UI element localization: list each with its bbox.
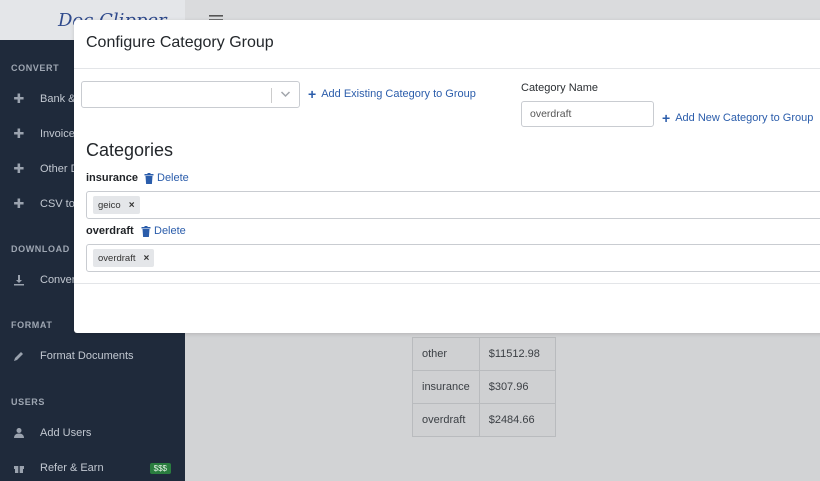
plus-icon: ✚ bbox=[13, 196, 25, 211]
user-icon bbox=[13, 427, 25, 439]
configure-category-group-modal: Configure Category Group + Add Existing … bbox=[74, 20, 820, 333]
table-cell-amount: $307.96 bbox=[478, 370, 556, 404]
sidebar-item-refer-earn[interactable]: Refer & Earn $$$ bbox=[13, 462, 183, 474]
sidebar-item-label: Invoice bbox=[40, 128, 75, 140]
section-download: DOWNLOAD bbox=[11, 244, 70, 254]
table-row: overdraft $2484.66 bbox=[412, 403, 556, 437]
section-format: FORMAT bbox=[11, 320, 53, 330]
group-tags-input[interactable]: geico × bbox=[86, 191, 820, 219]
modal-footer-divider bbox=[74, 283, 820, 284]
sidebar-item-label: Refer & Earn bbox=[40, 462, 104, 474]
plus-icon: + bbox=[308, 86, 317, 102]
trash-icon bbox=[144, 172, 154, 184]
category-name-label: Category Name bbox=[521, 82, 599, 94]
table-cell-category: overdraft bbox=[412, 403, 480, 437]
delete-label: Delete bbox=[154, 225, 186, 237]
table-cell-category: insurance bbox=[412, 370, 480, 404]
plus-icon: ✚ bbox=[13, 161, 25, 176]
add-new-label: Add New Category to Group bbox=[675, 112, 814, 124]
category-name-input[interactable] bbox=[521, 101, 654, 127]
group-name: overdraft bbox=[86, 225, 134, 237]
pencil-icon bbox=[13, 350, 25, 362]
add-new-category-button[interactable]: + Add New Category to Group bbox=[662, 111, 813, 125]
tag-label: overdraft bbox=[98, 252, 136, 264]
modal-header-divider bbox=[74, 68, 820, 69]
chevron-down-icon[interactable] bbox=[280, 87, 291, 101]
table-cell-amount: $11512.98 bbox=[478, 337, 556, 371]
sidebar-item-label: CSV to bbox=[40, 198, 75, 210]
delete-group-button[interactable]: Delete bbox=[144, 172, 189, 184]
sidebar-item-label: Bank & bbox=[40, 93, 76, 105]
sidebar-item-add-users[interactable]: Add Users bbox=[13, 427, 183, 439]
sidebar-item-label: Add Users bbox=[40, 427, 92, 439]
trash-icon bbox=[141, 225, 151, 237]
add-existing-category-button[interactable]: + Add Existing Category to Group bbox=[308, 87, 476, 101]
section-convert: CONVERT bbox=[11, 63, 60, 73]
section-users: USERS bbox=[11, 397, 46, 407]
gift-icon bbox=[13, 462, 25, 474]
group-name: insurance bbox=[86, 172, 138, 184]
category-tag: geico × bbox=[93, 196, 140, 214]
table-cell-amount: $2484.66 bbox=[478, 403, 556, 437]
sidebar-item-label: Other D bbox=[40, 163, 79, 175]
add-existing-label: Add Existing Category to Group bbox=[321, 88, 476, 100]
download-icon bbox=[13, 274, 25, 286]
tag-label: geico bbox=[98, 199, 121, 211]
earn-badge: $$$ bbox=[149, 462, 171, 474]
categories-heading: Categories bbox=[86, 140, 174, 160]
table-cell-category: other bbox=[412, 337, 480, 371]
group-tags-input[interactable]: overdraft × bbox=[86, 244, 820, 272]
table-row: other $11512.98 bbox=[412, 337, 556, 371]
select-separator bbox=[271, 88, 272, 103]
plus-icon: ✚ bbox=[13, 91, 25, 106]
remove-tag-icon[interactable]: × bbox=[144, 253, 150, 264]
modal-title: Configure Category Group bbox=[86, 34, 274, 51]
delete-group-button[interactable]: Delete bbox=[141, 225, 186, 237]
sidebar-item-label: Conver bbox=[40, 274, 76, 286]
existing-category-select[interactable] bbox=[81, 81, 300, 108]
remove-tag-icon[interactable]: × bbox=[129, 200, 135, 211]
sidebar-item-label: Format Documents bbox=[40, 350, 134, 362]
table-row: insurance $307.96 bbox=[412, 370, 556, 404]
category-tag: overdraft × bbox=[93, 249, 155, 267]
delete-label: Delete bbox=[157, 172, 189, 184]
plus-icon: ✚ bbox=[13, 126, 25, 141]
plus-icon: + bbox=[662, 110, 671, 126]
sidebar-item-format-documents[interactable]: Format Documents bbox=[13, 350, 183, 362]
category-totals-table: other $11512.98 insurance $307.96 overdr… bbox=[412, 337, 556, 437]
